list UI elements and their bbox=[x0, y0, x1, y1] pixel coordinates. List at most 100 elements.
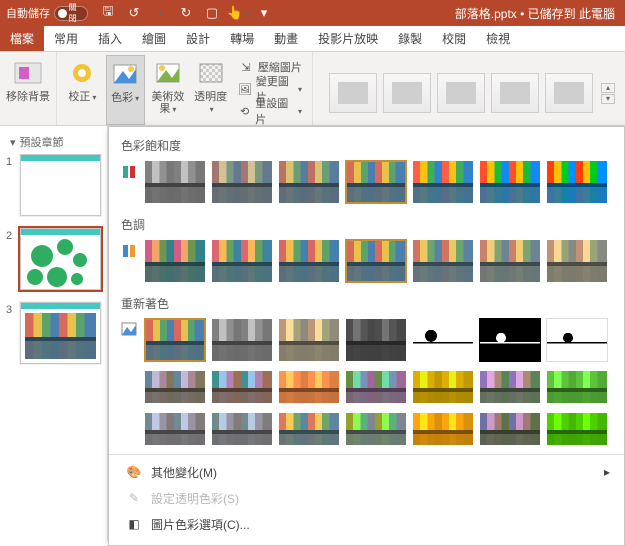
autosave-label: 自動儲存 bbox=[6, 5, 50, 21]
recolor-option[interactable] bbox=[278, 412, 340, 446]
saturation-indicator-icon bbox=[119, 160, 139, 204]
palette-icon: 🎨 bbox=[125, 463, 143, 481]
corrections-icon bbox=[66, 57, 98, 89]
recolor-option[interactable] bbox=[412, 318, 474, 362]
corrections-button[interactable]: 校正 bbox=[63, 55, 102, 125]
style-preset[interactable] bbox=[491, 73, 539, 113]
titlebar: 自動儲存 關閉 🖫 ↺ ↻ ▢ 👆 ▾ 部落格.pptx • 已儲存到 此電腦 bbox=[0, 0, 625, 26]
tab-animation[interactable]: 動畫 bbox=[264, 26, 308, 51]
recolor-heading: 重新著色 bbox=[119, 291, 620, 318]
recolor-option[interactable] bbox=[345, 412, 407, 446]
tone-option[interactable] bbox=[345, 239, 407, 283]
tab-slideshow[interactable]: 投影片放映 bbox=[308, 26, 388, 51]
tab-file[interactable]: 檔案 bbox=[0, 26, 44, 51]
remove-bg-icon bbox=[12, 57, 44, 89]
chevron-right-icon: ▸ bbox=[604, 465, 610, 479]
picture-color-options-button[interactable]: ◧ 圖片色彩選項(C)... bbox=[121, 511, 618, 537]
present-icon[interactable]: ▢ bbox=[204, 5, 220, 21]
slide-thumb-3[interactable] bbox=[20, 302, 101, 364]
tab-view[interactable]: 檢視 bbox=[476, 26, 520, 51]
slide-panel: ▾預設章節 1 2 3 bbox=[0, 126, 108, 541]
recolor-option[interactable] bbox=[144, 370, 206, 404]
slide-thumb-2[interactable] bbox=[20, 228, 101, 290]
undo-dropdown-icon[interactable] bbox=[152, 5, 168, 21]
transparency-button[interactable]: 透明度 bbox=[191, 55, 230, 125]
editor-area: 色彩飽和度 色調 重新著色 bbox=[108, 126, 625, 541]
recolor-option[interactable] bbox=[345, 318, 407, 362]
recolor-option[interactable] bbox=[412, 370, 474, 404]
toggle-pill[interactable]: 關閉 bbox=[54, 6, 88, 21]
more-variations-button[interactable]: 🎨 其他變化(M) ▸ bbox=[121, 459, 618, 485]
tone-option[interactable] bbox=[144, 239, 206, 283]
artistic-effects-button[interactable]: 美術效果 bbox=[149, 55, 188, 125]
recolor-option[interactable] bbox=[412, 412, 474, 446]
tone-option[interactable] bbox=[211, 239, 273, 283]
color-dropdown: 色彩飽和度 色調 重新著色 bbox=[108, 126, 625, 546]
eyedropper-icon: ✎ bbox=[125, 489, 143, 507]
tab-record[interactable]: 錄製 bbox=[388, 26, 432, 51]
tab-transition[interactable]: 轉場 bbox=[220, 26, 264, 51]
recolor-option[interactable] bbox=[211, 370, 273, 404]
set-transparent-color-button: ✎ 設定透明色彩(S) bbox=[121, 485, 618, 511]
reset-picture-button[interactable]: ⟲重設圖片 bbox=[234, 101, 306, 121]
saturation-option[interactable] bbox=[412, 160, 474, 204]
slide-number: 2 bbox=[6, 228, 16, 290]
slide-number: 3 bbox=[6, 302, 16, 364]
saturation-option[interactable] bbox=[211, 160, 273, 204]
picture-styles-gallery[interactable]: ▴▾ bbox=[319, 55, 619, 125]
recolor-option[interactable] bbox=[546, 318, 608, 362]
recolor-option[interactable] bbox=[546, 370, 608, 404]
saturation-option[interactable] bbox=[546, 160, 608, 204]
tone-indicator-icon bbox=[119, 239, 139, 283]
autosave-toggle[interactable]: 自動儲存 關閉 bbox=[6, 5, 88, 21]
change-pic-icon: 🖼 bbox=[238, 81, 252, 97]
recolor-option[interactable] bbox=[345, 370, 407, 404]
saturation-option[interactable] bbox=[144, 160, 206, 204]
tab-insert[interactable]: 插入 bbox=[88, 26, 132, 51]
remove-background-button[interactable]: 移除背景 bbox=[6, 55, 50, 125]
quick-access-toolbar: 🖫 ↺ ↻ ▢ 👆 ▾ bbox=[100, 5, 272, 21]
style-preset[interactable] bbox=[329, 73, 377, 113]
qat-customize-icon[interactable]: ▾ bbox=[256, 5, 272, 21]
tab-draw[interactable]: 繪圖 bbox=[132, 26, 176, 51]
recolor-option[interactable] bbox=[278, 370, 340, 404]
recolor-option[interactable] bbox=[479, 412, 541, 446]
recolor-option[interactable] bbox=[278, 318, 340, 362]
tone-option[interactable] bbox=[412, 239, 474, 283]
tone-option[interactable] bbox=[479, 239, 541, 283]
artistic-icon bbox=[152, 57, 184, 89]
style-preset[interactable] bbox=[383, 73, 431, 113]
redo-icon[interactable]: ↻ bbox=[178, 5, 194, 21]
recolor-option[interactable] bbox=[211, 318, 273, 362]
tone-heading: 色調 bbox=[119, 212, 620, 239]
color-button[interactable]: 色彩 bbox=[106, 55, 145, 125]
style-preset[interactable] bbox=[437, 73, 485, 113]
slide-number: 1 bbox=[6, 154, 16, 216]
undo-icon[interactable]: ↺ bbox=[126, 5, 142, 21]
workspace: ▾預設章節 1 2 3 bbox=[0, 126, 625, 541]
tab-home[interactable]: 常用 bbox=[44, 26, 88, 51]
tone-option[interactable] bbox=[546, 239, 608, 283]
tone-option[interactable] bbox=[278, 239, 340, 283]
recolor-option[interactable] bbox=[211, 412, 273, 446]
touch-mode-icon[interactable]: 👆 bbox=[230, 5, 246, 21]
recolor-option[interactable] bbox=[144, 412, 206, 446]
style-preset[interactable] bbox=[545, 73, 593, 113]
color-icon bbox=[109, 58, 141, 90]
gallery-scroller[interactable]: ▴▾ bbox=[601, 83, 615, 104]
saturation-option[interactable] bbox=[278, 160, 340, 204]
section-header[interactable]: ▾預設章節 bbox=[0, 126, 107, 154]
slide-thumb-1[interactable] bbox=[20, 154, 101, 216]
saturation-option[interactable] bbox=[479, 160, 541, 204]
tab-design[interactable]: 設計 bbox=[176, 26, 220, 51]
ribbon-tabs: 檔案 常用 插入 繪圖 設計 轉場 動畫 投影片放映 錄製 校閱 檢視 bbox=[0, 26, 625, 52]
recolor-option[interactable] bbox=[546, 412, 608, 446]
recolor-indicator-icon bbox=[119, 318, 139, 362]
recolor-option[interactable] bbox=[479, 370, 541, 404]
save-icon[interactable]: 🖫 bbox=[100, 5, 116, 21]
recolor-option[interactable] bbox=[144, 318, 206, 362]
saturation-heading: 色彩飽和度 bbox=[119, 133, 620, 160]
recolor-option[interactable] bbox=[479, 318, 541, 362]
tab-review[interactable]: 校閱 bbox=[432, 26, 476, 51]
saturation-option[interactable] bbox=[345, 160, 407, 204]
